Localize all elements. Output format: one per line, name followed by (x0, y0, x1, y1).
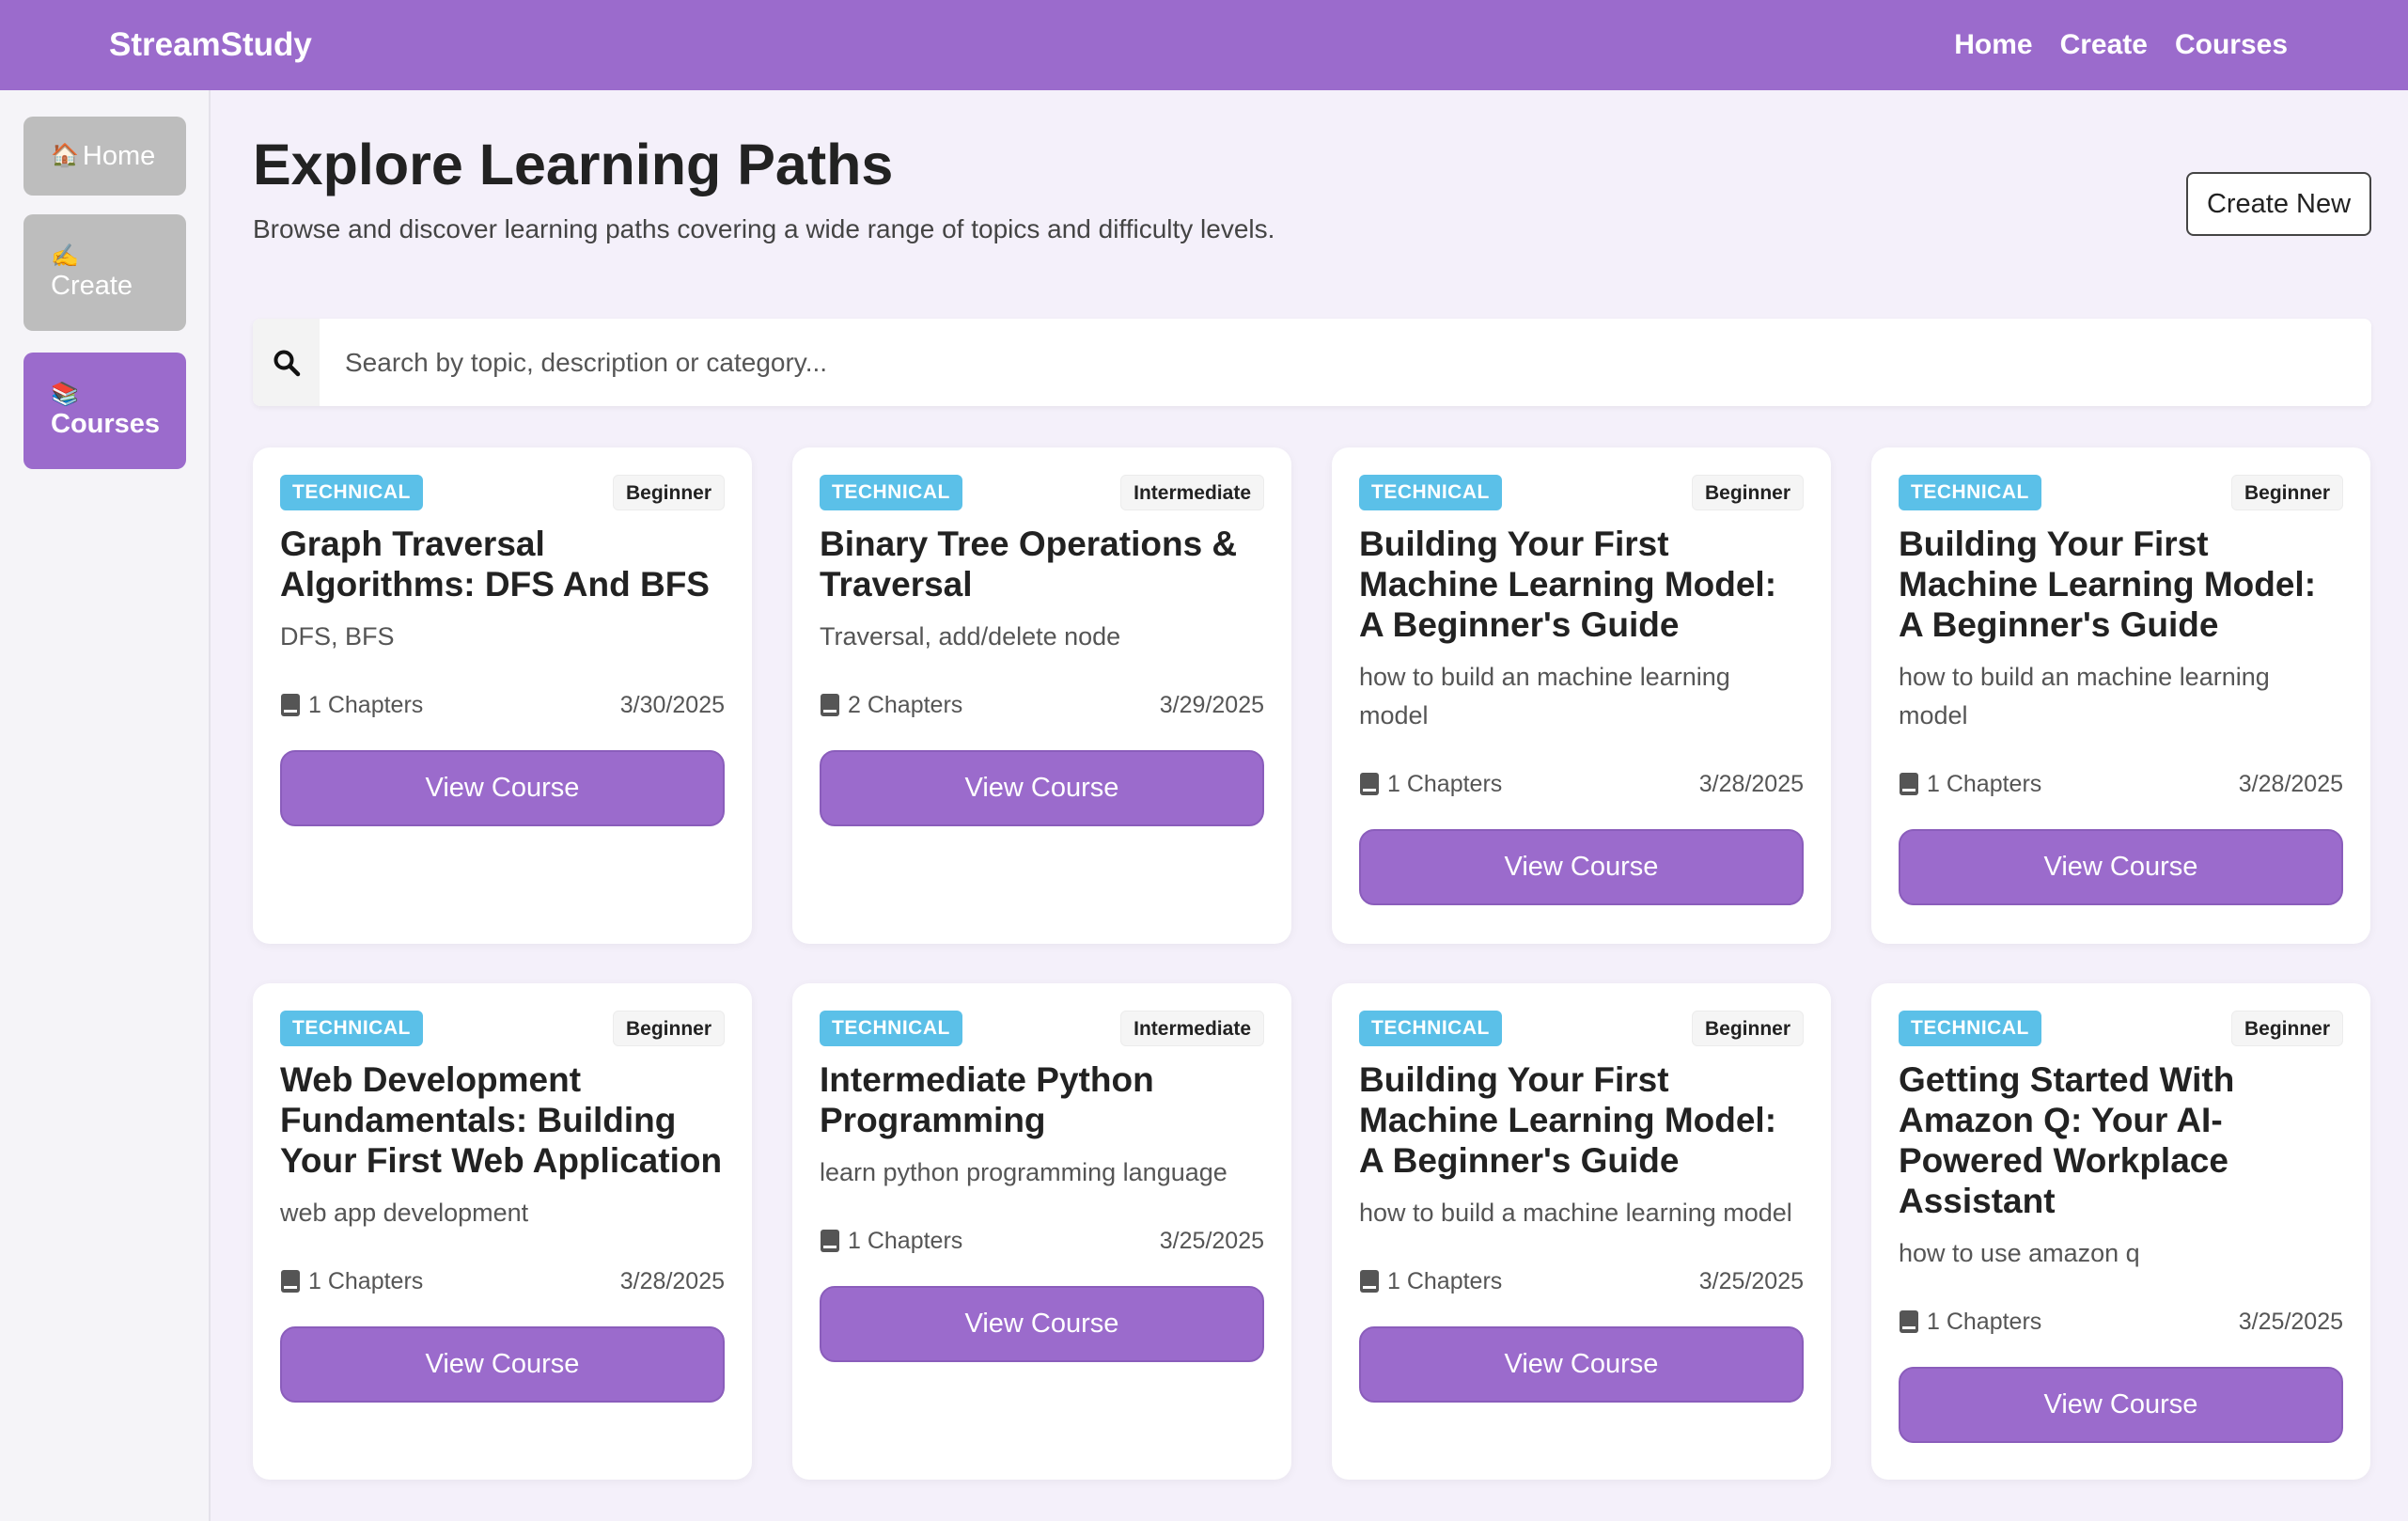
category-badge: TECHNICAL (1359, 475, 1502, 510)
books-icon: 📚 (51, 382, 79, 408)
level-badge: Beginner (2230, 1011, 2343, 1046)
level-badge: Beginner (612, 1011, 725, 1046)
topnav-create-link[interactable]: Create (2060, 29, 2148, 61)
sidebar-item-label: Courses (51, 408, 161, 439)
topnav-courses-link[interactable]: Courses (2175, 29, 2288, 61)
view-course-button[interactable]: View Course (280, 750, 725, 826)
course-title: Getting Started With Amazon Q: Your AI-P… (1899, 1060, 2235, 1220)
course-card: TECHNICAL Beginner Graph Traversal Algorit… (253, 447, 752, 944)
level-badge: Beginner (2230, 475, 2343, 510)
course-description: web app development (280, 1199, 529, 1227)
view-course-button[interactable]: View Course (1359, 1326, 1804, 1403)
course-date: 3/28/2025 (1698, 770, 1804, 797)
writing-hand-icon: ✍️ (51, 243, 79, 270)
course-card: TECHNICAL Beginner Building Your First Mac… (1332, 983, 1831, 1480)
book-icon (1899, 1309, 1919, 1334)
top-nav-links: Home Create Courses (1954, 0, 2288, 90)
course-title: Web Development Fundamentals: Building Y… (280, 1060, 723, 1180)
view-course-button[interactable]: View Course (820, 1286, 1264, 1362)
book-icon (820, 693, 840, 717)
chapter-count: 1 Chapters (1927, 1308, 2042, 1335)
create-new-button[interactable]: Create New (2186, 172, 2371, 236)
chapter-count: 1 Chapters (308, 1267, 424, 1294)
course-title: Building Your First Machine Learning Mod… (1359, 1060, 1777, 1180)
course-date: 3/25/2025 (1698, 1267, 1804, 1294)
course-title: Graph Traversal Algorithms: DFS And BFS (280, 525, 710, 604)
chapter-count: 1 Chapters (308, 691, 424, 718)
course-description: how to build an machine learning model (1359, 663, 1730, 729)
category-badge: TECHNICAL (820, 1011, 962, 1046)
course-card: TECHNICAL Beginner Building Your First Mac… (1332, 447, 1831, 944)
category-badge: TECHNICAL (1899, 1011, 2041, 1046)
course-date: 3/30/2025 (619, 691, 725, 718)
level-badge: Beginner (1691, 475, 1804, 510)
page-subtitle: Browse and discover learning paths cover… (253, 214, 1275, 243)
course-description: how to build a machine learning model (1359, 1199, 1792, 1227)
course-card: TECHNICAL Beginner Getting Started With Am… (1871, 983, 2370, 1480)
course-date: 3/25/2025 (2238, 1308, 2343, 1335)
sidebar-item-courses[interactable]: 📚 Courses (23, 353, 186, 469)
chapter-count: 1 Chapters (1927, 770, 2042, 797)
search-input[interactable] (320, 319, 2371, 406)
search-bar (253, 319, 2371, 406)
chapter-count: 1 Chapters (1387, 770, 1503, 797)
course-card: TECHNICAL Beginner Web Development Fundame… (253, 983, 752, 1480)
brand-logo[interactable]: StreamStudy (109, 0, 312, 90)
chapter-count: 1 Chapters (848, 1227, 963, 1254)
book-icon (1359, 1269, 1380, 1294)
page-title: Explore Learning Paths (253, 133, 894, 196)
course-date: 3/29/2025 (1159, 691, 1264, 718)
course-title: Building Your First Machine Learning Mod… (1899, 525, 2317, 644)
course-date: 3/25/2025 (1159, 1227, 1264, 1254)
view-course-button[interactable]: View Course (820, 750, 1264, 826)
chapter-count: 2 Chapters (848, 691, 963, 718)
course-description: how to use amazon q (1899, 1239, 2140, 1267)
sidebar-item-label: Home (82, 140, 156, 171)
category-badge: TECHNICAL (1899, 475, 2041, 510)
level-badge: Beginner (1691, 1011, 1804, 1046)
course-description: how to build an machine learning model (1899, 663, 2270, 729)
book-icon (1359, 772, 1380, 796)
top-navbar: StreamStudy Home Create Courses (0, 0, 2408, 90)
book-icon (1899, 772, 1919, 796)
view-course-button[interactable]: View Course (1899, 1367, 2343, 1443)
course-date: 3/28/2025 (619, 1267, 725, 1294)
course-card: TECHNICAL Intermediate Binary Tree Operati… (792, 447, 1291, 944)
course-card: TECHNICAL Beginner Building Your First Mac… (1871, 447, 2370, 944)
sidebar-item-home[interactable]: 🏠 Home (23, 117, 186, 196)
chapter-count: 1 Chapters (1387, 1267, 1503, 1294)
book-icon (280, 1269, 301, 1294)
house-icon: 🏠 (51, 142, 79, 168)
category-badge: TECHNICAL (280, 475, 423, 510)
sidebar-item-create[interactable]: ✍️ Create (23, 214, 186, 331)
category-badge: TECHNICAL (1359, 1011, 1502, 1046)
course-title: Building Your First Machine Learning Mod… (1359, 525, 1777, 644)
course-date: 3/28/2025 (2238, 770, 2343, 797)
category-badge: TECHNICAL (820, 475, 962, 510)
view-course-button[interactable]: View Course (1359, 829, 1804, 905)
course-title: Binary Tree Operations & Traversal (820, 525, 1238, 604)
level-badge: Beginner (612, 475, 725, 510)
book-icon (280, 693, 301, 717)
level-badge: Intermediate (1120, 475, 1264, 510)
search-icon (253, 319, 320, 406)
view-course-button[interactable]: View Course (280, 1326, 725, 1403)
course-description: DFS, BFS (280, 622, 395, 651)
view-course-button[interactable]: View Course (1899, 829, 2343, 905)
sidebar-item-label: Create (51, 270, 133, 301)
topnav-home-link[interactable]: Home (1954, 29, 2032, 61)
level-badge: Intermediate (1120, 1011, 1264, 1046)
course-description: learn python programming language (820, 1158, 1227, 1186)
course-description: Traversal, add/delete node (820, 622, 1121, 651)
book-icon (820, 1229, 840, 1253)
course-title: Intermediate Python Programming (820, 1060, 1154, 1139)
sidebar: 🏠 Home ✍️ Create 📚 Courses (0, 90, 211, 1521)
course-card: TECHNICAL Intermediate Intermediate Python… (792, 983, 1291, 1480)
category-badge: TECHNICAL (280, 1011, 423, 1046)
